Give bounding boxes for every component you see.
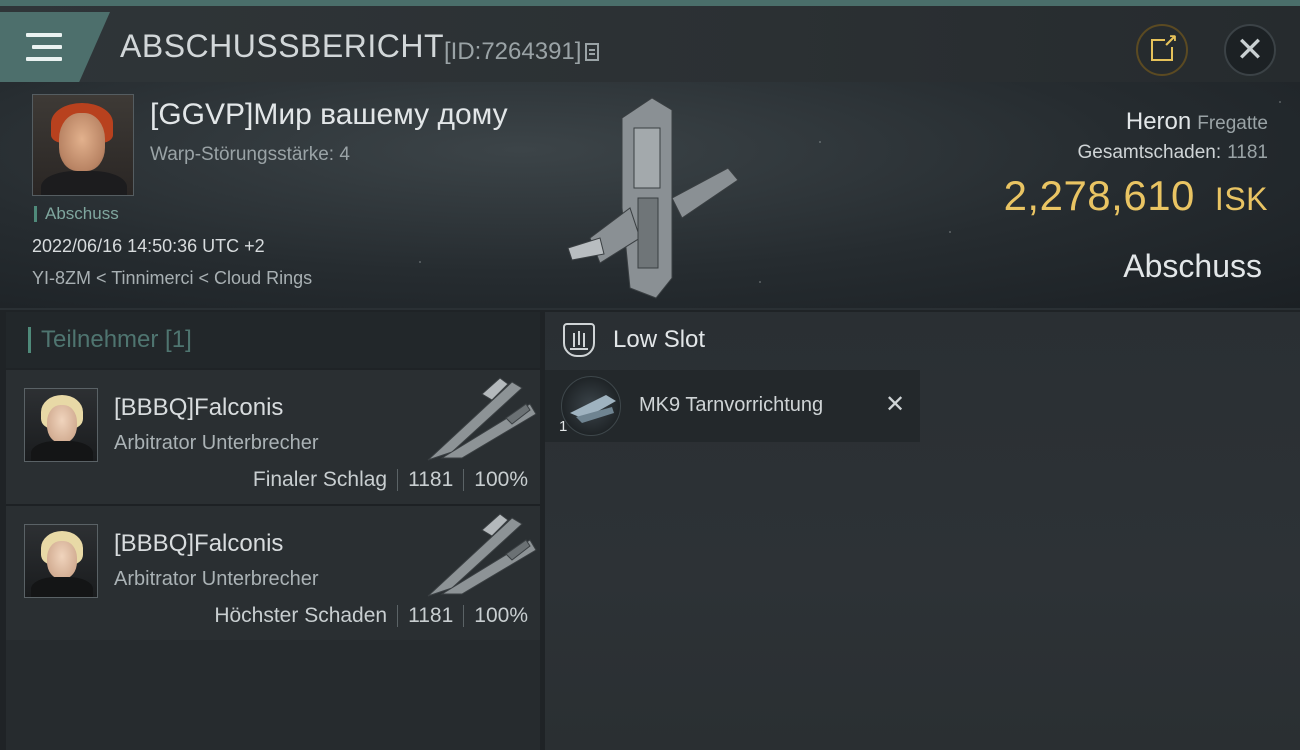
isk-unit: ISK <box>1214 181 1268 217</box>
victim-ship-image[interactable] <box>560 88 750 303</box>
attacker-portrait[interactable] <box>24 524 98 598</box>
warp-strength: Warp-Störungsstärke: 4 <box>150 144 350 165</box>
attacker-ship: Arbitrator Unterbrecher <box>114 568 319 590</box>
low-slot-header: Low Slot <box>545 312 1300 368</box>
participants-panel: Teilnehmer [1] [BBBQ]Falconis Arbitrator… <box>6 312 540 750</box>
stat-divider <box>397 469 399 491</box>
attacker-row[interactable]: [BBBQ]Falconis Arbitrator Unterbrecher H… <box>6 504 540 640</box>
attacker-ship: Arbitrator Unterbrecher <box>114 432 319 454</box>
destroyed-icon: ✕ <box>885 391 906 418</box>
copy-icon[interactable] <box>585 43 600 61</box>
stat-divider <box>463 605 465 627</box>
attacker-role: Höchster Schaden <box>214 604 388 627</box>
report-id: [ID:7264391] <box>444 38 600 66</box>
stat-divider <box>397 605 399 627</box>
page-title: ABSCHUSSBERICHT <box>120 28 444 64</box>
attacker-role: Finaler Schlag <box>252 468 388 491</box>
participants-title: Teilnehmer [1] <box>41 326 192 353</box>
kill-timestamp: 2022/06/16 14:50:36 UTC +2 <box>32 236 265 256</box>
total-damage-label: Gesamtschaden: <box>1077 142 1222 163</box>
close-icon: ✕ <box>1235 31 1265 69</box>
report-id-text: [ID:7264391] <box>444 38 582 65</box>
header-accent <box>28 327 31 353</box>
module-item[interactable]: 1 MK9 Tarnvorrichtung ✕ <box>545 370 920 442</box>
fitting-panel: Low Slot 1 MK9 Tarnvorrichtung ✕ <box>545 312 1300 750</box>
attacker-damage: 1181 <box>408 468 454 491</box>
total-damage-value: 1181 <box>1227 142 1268 163</box>
item-name: MK9 Tarnvorrichtung <box>639 394 824 416</box>
attacker-ship-image[interactable] <box>422 374 540 466</box>
attacker-damage: 1181 <box>408 604 454 627</box>
attacker-name[interactable]: [BBBQ]Falconis <box>114 394 283 422</box>
top-bar: ABSCHUSSBERICHT [ID:7264391] ✕ <box>0 0 1300 82</box>
low-slot-icon <box>563 323 595 357</box>
menu-icon <box>26 33 62 61</box>
victim-section: [GGVP]Мир вашему дому Warp-Störungsstärk… <box>0 82 1300 310</box>
ship-class: Fregatte <box>1197 113 1268 134</box>
slot-title: Low Slot <box>613 326 706 353</box>
item-quantity: 1 <box>559 418 568 435</box>
close-button[interactable]: ✕ <box>1224 24 1276 76</box>
ship-name[interactable]: Heron <box>1126 108 1191 135</box>
victim-name[interactable]: [GGVP]Мир вашему дому <box>150 98 508 132</box>
menu-button[interactable] <box>0 12 110 82</box>
attacker-percent: 100% <box>474 468 528 491</box>
kill-result: Abschuss <box>1123 248 1262 284</box>
attacker-row[interactable]: [BBBQ]Falconis Arbitrator Unterbrecher F… <box>6 368 540 504</box>
kill-location[interactable]: YI-8ZM < Tinnimerci < Cloud Rings <box>32 268 312 289</box>
attacker-ship-image[interactable] <box>422 510 540 602</box>
isk-value: 2,278,610 ISK <box>1004 172 1268 220</box>
stat-divider <box>463 469 465 491</box>
victim-portrait[interactable] <box>32 94 134 196</box>
ship-type: Heron Fregatte <box>1004 108 1268 136</box>
attacker-stats: Höchster Schaden 1181 100% <box>214 604 528 628</box>
attacker-percent: 100% <box>474 604 528 627</box>
isk-amount: 2,278,610 <box>1003 172 1195 219</box>
cloak-module-icon <box>561 376 621 436</box>
total-damage: Gesamtschaden: 1181 <box>1004 142 1269 164</box>
share-button[interactable] <box>1136 24 1188 76</box>
participants-header: Teilnehmer [1] <box>6 312 540 368</box>
share-icon <box>1151 31 1178 61</box>
attacker-name[interactable]: [BBBQ]Falconis <box>114 530 283 558</box>
attacker-stats: Finaler Schlag 1181 100% <box>253 468 528 492</box>
kill-tag: Abschuss <box>34 205 119 222</box>
victim-ship-info: Heron Fregatte Gesamtschaden: 1181 2,278,6… <box>1004 108 1268 220</box>
attacker-portrait[interactable] <box>24 388 98 462</box>
